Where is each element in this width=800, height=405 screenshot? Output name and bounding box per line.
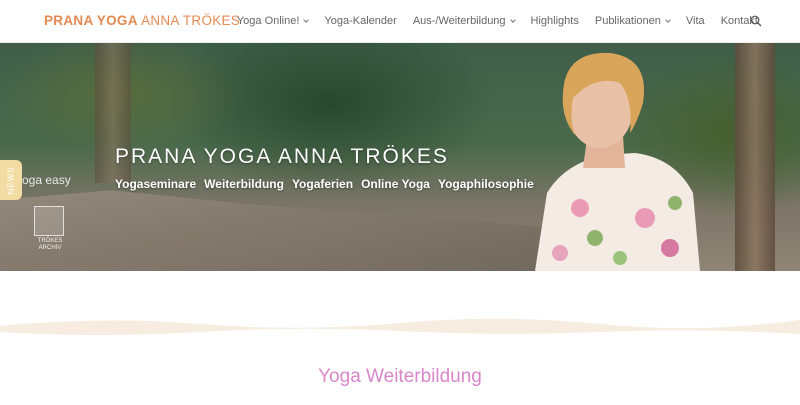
chevron-down-icon <box>665 16 671 23</box>
hero-link-yogaseminare[interactable]: Yogaseminare <box>115 177 196 191</box>
nav-item-aus-weiterbildung[interactable]: Aus-/Weiterbildung <box>412 15 516 27</box>
logo-bold-text: PRANA YOGA <box>44 13 138 28</box>
archiv-label-line-2: ARCHIV <box>38 245 62 251</box>
hero-banner: NEWS oga easy TRÖKES ARCHIV PRANA YOGA A… <box>0 43 800 271</box>
news-tab[interactable]: NEWS <box>0 160 22 200</box>
nav-item-yoga-kalender[interactable]: Yoga-Kalender <box>324 15 396 27</box>
tree-trunk <box>735 43 775 271</box>
hero-link-yogaphilosophie[interactable]: Yogaphilosophie <box>438 177 534 191</box>
wave-divider <box>0 318 800 335</box>
nav-label: Aus-/Weiterbildung <box>412 15 506 27</box>
nav-label: Highlights <box>530 15 579 27</box>
nav-item-publikationen[interactable]: Publikationen <box>594 15 671 27</box>
nav-label: Publikationen <box>594 15 661 27</box>
hero-links: Yogaseminare Weiterbildung Yogaferien On… <box>115 177 542 191</box>
chevron-down-icon <box>303 16 310 23</box>
nav-label: Yoga Online! <box>236 15 300 27</box>
portrait-photo <box>535 52 700 271</box>
hero-link-weiterbildung[interactable]: Weiterbildung <box>204 177 284 191</box>
nav-label: Yoga-Kalender <box>324 15 397 27</box>
main-nav: Yoga Online! Yoga-Kalender Aus-/Weiterbi… <box>237 15 758 27</box>
site-logo[interactable]: PRANA YOGA ANNA TRÖKES <box>44 13 240 28</box>
logo-name-text: ANNA TRÖKES <box>141 13 241 28</box>
nav-label: Vita <box>685 15 705 27</box>
search-icon[interactable] <box>750 15 762 27</box>
yogaeasy-logo-text: oga easy <box>22 173 71 187</box>
nav-item-highlights[interactable]: Highlights <box>531 15 579 27</box>
archiv-label: TRÖKES ARCHIV <box>34 238 66 252</box>
troekes-archiv-logo[interactable]: TRÖKES ARCHIV <box>34 206 66 252</box>
news-tab-label: NEWS <box>6 166 16 194</box>
hero-link-yogaferien[interactable]: Yogaferien <box>292 177 353 191</box>
nav-item-yoga-online[interactable]: Yoga Online! <box>236 15 310 27</box>
archiv-icon <box>34 206 64 236</box>
nav-item-vita[interactable]: Vita <box>686 15 705 27</box>
archiv-label-line-1: TRÖKES <box>37 238 63 244</box>
yogaeasy-logo[interactable]: oga easy <box>22 173 71 187</box>
hero-link-online-yoga[interactable]: Online Yoga <box>361 177 430 191</box>
site-header: PRANA YOGA ANNA TRÖKES Yoga Online! Yoga… <box>0 0 800 43</box>
section-title: Yoga Weiterbildung <box>318 366 482 387</box>
chevron-down-icon <box>509 16 516 23</box>
hero-title: PRANA YOGA ANNA TRÖKES <box>115 145 449 168</box>
